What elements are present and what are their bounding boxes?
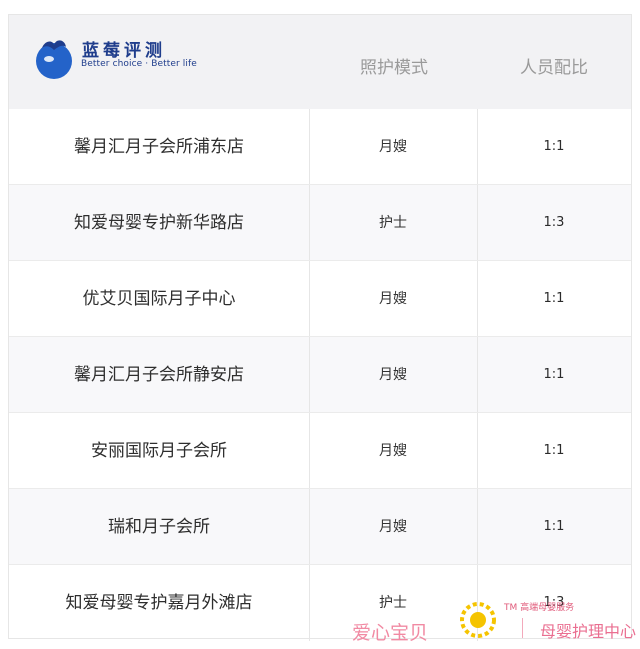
table-row: 知爱母婴专护新华路店 护士 1:3 [9,185,631,261]
center-name: 知爱母婴专护新华路店 [74,213,244,233]
staff-ratio: 1:1 [543,443,565,458]
header-care-mode: 照护模式 [360,58,428,78]
care-mode: 月嫂 [379,519,407,535]
watermark-tagline: TM 高端母婴服务 [504,603,575,613]
center-name: 馨月汇月子会所静安店 [74,365,244,385]
table-row: 安丽国际月子会所 月嫂 1:1 [9,413,631,489]
watermark-brand: 爱心宝贝 [352,622,429,644]
table-header: 蓝莓评测 Better choice · Better life 照护模式 人员… [9,15,631,109]
table-row: 优艾贝国际月子中心 月嫂 1:1 [9,261,631,337]
brand-slogan: Better choice · Better life [81,59,197,69]
staff-ratio: 1:1 [543,291,565,306]
comparison-table: 蓝莓评测 Better choice · Better life 照护模式 人员… [8,14,632,641]
blueberry-icon [36,40,72,79]
care-mode: 月嫂 [379,139,407,155]
header-staff-ratio: 人员配比 [520,58,588,78]
staff-ratio: 1:1 [543,519,565,534]
brand-name: 蓝莓评测 [82,41,166,61]
table-row: 瑞和月子会所 月嫂 1:1 [9,489,631,565]
center-name: 瑞和月子会所 [108,517,210,537]
center-name: 知爱母婴专护嘉月外滩店 [65,593,253,613]
table-row: 馨月汇月子会所浦东店 月嫂 1:1 [9,109,631,185]
care-mode: 护士 [379,215,407,231]
watermark: 爱心宝贝 TM 高端母婴服务 母婴护理中心 [346,592,640,647]
staff-ratio: 1:1 [543,139,565,154]
staff-ratio: 1:3 [543,215,565,230]
center-name: 安丽国际月子会所 [91,441,227,461]
table-row: 馨月汇月子会所静安店 月嫂 1:1 [9,337,631,413]
brand-logo: 蓝莓评测 Better choice · Better life [31,29,231,89]
watermark-service: 母婴护理中心 [540,622,637,641]
center-name: 优艾贝国际月子中心 [82,289,236,309]
center-name: 馨月汇月子会所浦东店 [74,137,244,157]
care-mode: 月嫂 [379,291,407,307]
staff-ratio: 1:1 [543,367,565,382]
sun-logo-icon [460,602,496,638]
care-mode: 月嫂 [379,443,407,459]
care-mode: 月嫂 [379,367,407,383]
watermark-divider [522,618,523,638]
